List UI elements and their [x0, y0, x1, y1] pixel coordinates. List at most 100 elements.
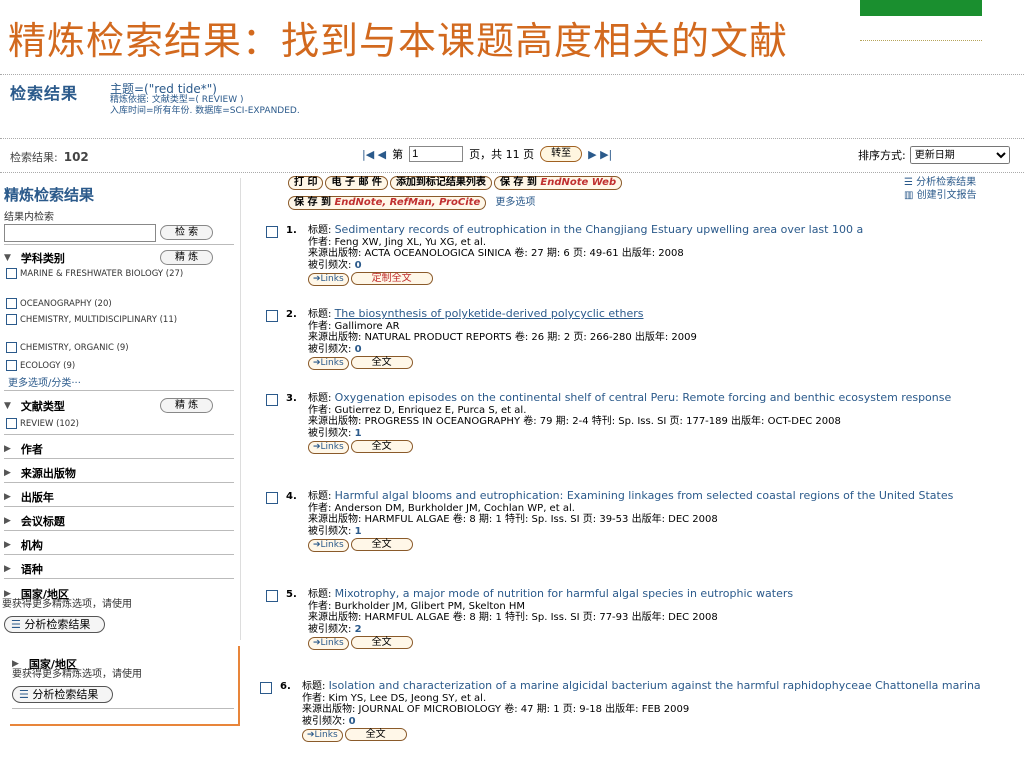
goto-button[interactable]: 转至 [540, 146, 583, 162]
analyze-results-button[interactable]: ☰ 分析检索结果 [4, 616, 106, 633]
fulltext-button[interactable]: 全文 [350, 356, 413, 369]
email-button[interactable]: 电 子 邮 件 [325, 176, 388, 190]
divider [4, 434, 234, 435]
record-authors: 作者: Gallimore AR [308, 320, 400, 332]
links-button[interactable]: ➔Links [308, 539, 349, 552]
sort-select[interactable]: 更新日期 [909, 146, 1010, 164]
record-title[interactable]: Harmful algal blooms and eutrophication:… [335, 489, 954, 502]
record-checkbox[interactable] [266, 310, 278, 322]
subject-option[interactable]: OCEANOGRAPHY (20) [6, 298, 112, 309]
record-source: 来源出版物: ACTA OCEANOLOGICA SINICA 卷: 27 期:… [308, 248, 684, 259]
record-checkbox[interactable] [266, 492, 278, 504]
refine-note: 要获得更多精炼选项，请使用 [12, 669, 142, 680]
record-title[interactable]: The biosynthesis of polyketide-derived p… [335, 307, 644, 320]
record-checkbox[interactable] [260, 682, 272, 694]
facet-source[interactable]: ▶ 来源出版物 [4, 465, 76, 481]
fulltext-button[interactable]: 定制全文 [350, 272, 433, 285]
result-record: 1. 标题: Sedimentary records of eutrophica… [266, 224, 1006, 294]
subject-option[interactable]: CHEMISTRY, MULTIDISCIPLINARY (11) [6, 314, 231, 325]
green-block [860, 0, 982, 16]
record-cited: 被引频次: 2 [308, 623, 362, 635]
links-button[interactable]: ➔Links [308, 637, 349, 650]
record-number: 2. [286, 309, 297, 320]
result-record: 3. 标题: Oxygenation episodes on the conti… [266, 392, 1006, 476]
add-marked-button[interactable]: 添加到标记结果列表 [389, 176, 492, 190]
record-number: 4. [286, 491, 297, 502]
refine-subject-button[interactable]: 精 炼 [160, 250, 214, 265]
citation-report-link[interactable]: ▥ 创建引文报告 [904, 189, 977, 202]
analyze-link[interactable]: ☰ 分析检索结果 [904, 176, 977, 189]
links-button[interactable]: ➔Links [308, 273, 349, 286]
divider [12, 708, 234, 709]
result-record: 6. 标题: Isolation and characterization of… [260, 680, 1000, 764]
more-options-link[interactable]: 更多选项/分类··· [8, 374, 81, 389]
record-authors: 作者: Anderson DM, Burkholder JM, Cochlan … [308, 502, 575, 514]
next-page-icon[interactable]: ▶ ▶| [588, 148, 612, 161]
record-number: 1. [286, 225, 297, 236]
page-prefix: 第 [392, 148, 404, 161]
subject-option[interactable]: CHEMISTRY, ORGANIC (9) [6, 342, 129, 353]
record-authors: 作者: Feng XW, Jing XL, Yu XG, et al. [308, 236, 487, 248]
result-record: 5. 标题: Mixotrophy, a major mode of nutri… [266, 588, 1006, 660]
facet-conference[interactable]: ▶ 会议标题 [4, 513, 65, 529]
record-cited: 被引频次: 1 [308, 525, 362, 537]
record-title[interactable]: Isolation and characterization of a mari… [329, 679, 981, 692]
subject-option[interactable]: MARINE & FRESHWATER BIOLOGY (27) [6, 268, 231, 279]
divider [0, 74, 1024, 75]
subject-category[interactable]: ▼ 学科类别 [4, 250, 65, 266]
right-links: ☰ 分析检索结果 ▥ 创建引文报告 [904, 176, 977, 202]
links-button[interactable]: ➔Links [308, 441, 349, 454]
action-toolbar: 打 印电 子 邮 件添加到标记结果列表保 存 到 EndNote Web 保 存… [288, 176, 624, 210]
record-source: 来源出版物: PROGRESS IN OCEANOGRAPHY 卷: 79 期:… [308, 416, 841, 427]
search-within-button[interactable]: 检 索 [160, 225, 214, 240]
divider [4, 458, 234, 459]
facet-author[interactable]: ▶ 作者 [4, 441, 43, 457]
facet-year[interactable]: ▶ 出版年 [4, 489, 54, 505]
query-info: 主题=("red tide*") 精炼依据: 文献类型=( REVIEW ) 入… [110, 83, 300, 117]
divider [4, 244, 234, 245]
search-within-input[interactable] [4, 224, 156, 242]
record-cited: 被引频次: 0 [308, 343, 362, 355]
record-checkbox[interactable] [266, 590, 278, 602]
save-endnote-button[interactable]: 保 存 到 EndNote, RefMan, ProCite [288, 196, 487, 210]
refine-sidebar: 精炼检索结果 结果内检索 检 索 ▼ 学科类别 精 炼 MARINE & FRES… [0, 178, 241, 640]
fulltext-button[interactable]: 全文 [350, 440, 413, 453]
record-checkbox[interactable] [266, 394, 278, 406]
fulltext-button[interactable]: 全文 [350, 538, 413, 551]
record-title[interactable]: Oxygenation episodes on the continental … [335, 391, 952, 404]
sidebar-title: 精炼检索结果 [4, 186, 95, 204]
page-input[interactable] [409, 146, 464, 162]
doctype-category[interactable]: ▼ 文献类型 [4, 398, 65, 414]
record-authors: 作者: Gutierrez D, Enriquez E, Purca S, et… [308, 404, 527, 416]
record-source: 来源出版物: HARMFUL ALGAE 卷: 8 期: 1 特刊: Sp. I… [308, 514, 718, 525]
list-icon: ☰ [904, 177, 913, 188]
doctype-option[interactable]: REVIEW (102) [6, 418, 79, 429]
result-record: 2. 标题: The biosynthesis of polyketide-de… [266, 308, 1006, 378]
links-button[interactable]: ➔Links [302, 729, 343, 742]
record-source: 来源出版物: HARMFUL ALGAE 卷: 8 期: 1 特刊: Sp. I… [308, 612, 718, 623]
subject-option[interactable]: ECOLOGY (9) [6, 360, 75, 371]
fulltext-button[interactable]: 全文 [344, 728, 407, 741]
print-button[interactable]: 打 印 [288, 176, 324, 190]
deco-line [860, 40, 982, 41]
chart-icon: ▥ [904, 190, 914, 201]
refine-doctype-button[interactable]: 精 炼 [160, 398, 214, 413]
record-checkbox[interactable] [266, 226, 278, 238]
sort-control: 排序方式: 更新日期 [858, 146, 1010, 164]
save-endnote-web-button[interactable]: 保 存 到 EndNote Web [493, 176, 623, 190]
slide-title: 精炼检索结果：找到与本课题高度相关的文献 [8, 19, 789, 63]
sort-label: 排序方式: [858, 149, 906, 162]
record-number: 6. [280, 681, 291, 692]
results-bar: 检索结果:102 |◀ ◀ 第 页，共 11 页 转至 ▶ ▶| 排序方式: 更… [0, 140, 1024, 170]
refine-note: 要获得更多精炼选项，请使用 [2, 599, 132, 610]
fulltext-button[interactable]: 全文 [350, 636, 413, 649]
record-title[interactable]: Mixotrophy, a major mode of nutrition fo… [335, 587, 794, 600]
analyze-results-button[interactable]: ☰ 分析检索结果 [12, 686, 114, 703]
record-title[interactable]: Sedimentary records of eutrophication in… [335, 223, 864, 236]
links-button[interactable]: ➔Links [308, 357, 349, 370]
divider [4, 390, 234, 391]
facet-language[interactable]: ▶ 语种 [4, 561, 43, 577]
prev-page-icon[interactable]: |◀ ◀ [362, 148, 386, 161]
more-options-link[interactable]: 更多选项 [495, 197, 535, 208]
facet-institution[interactable]: ▶ 机构 [4, 537, 43, 553]
